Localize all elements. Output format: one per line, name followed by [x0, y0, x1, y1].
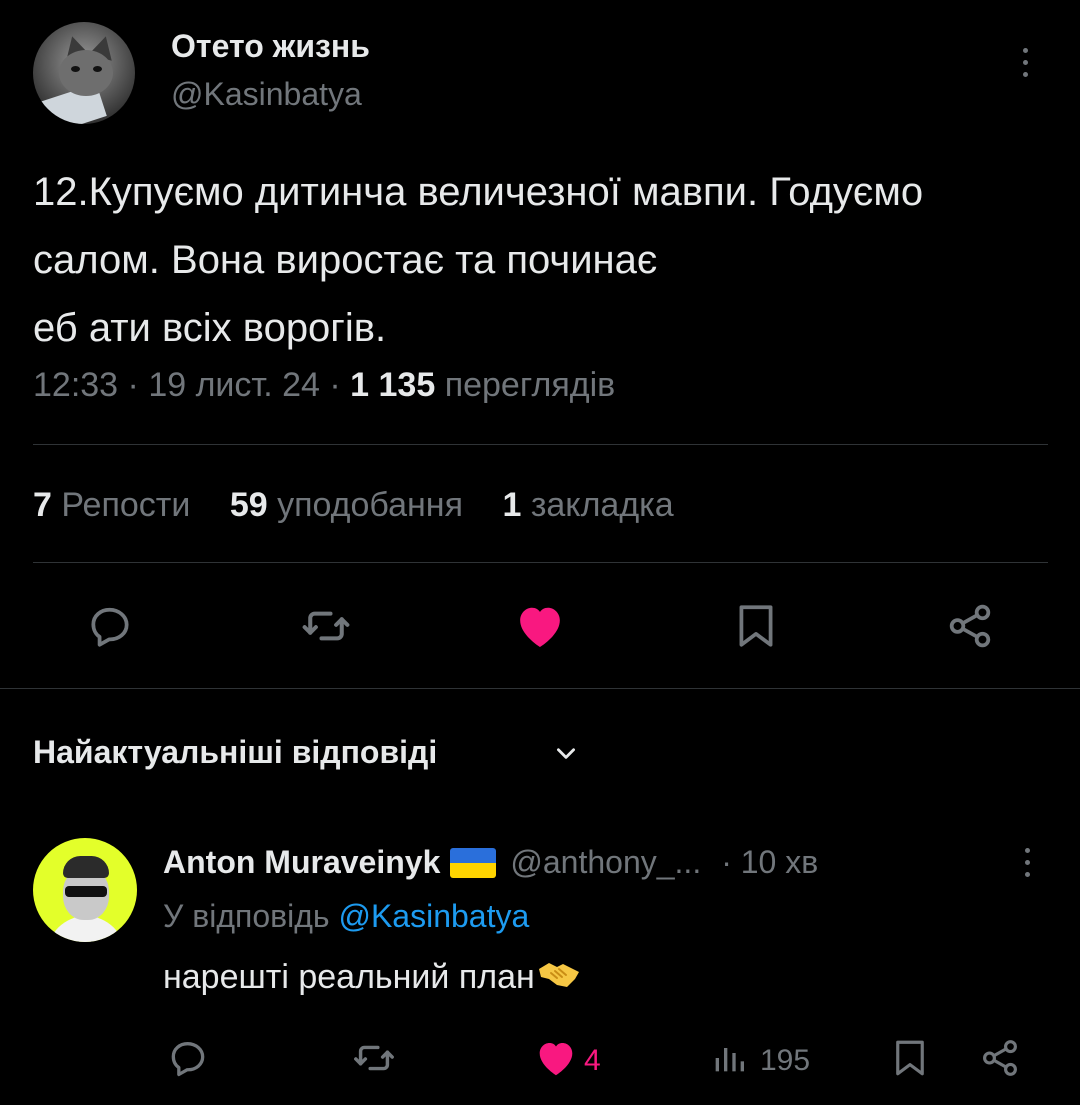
divider — [33, 562, 1048, 563]
meta-separator: · — [319, 366, 351, 404]
reply-time[interactable]: · 10 хв — [721, 844, 818, 881]
reply-text: нарешті реальний план — [163, 958, 581, 1000]
share-icon — [949, 604, 991, 648]
more-options-icon[interactable] — [1020, 848, 1034, 884]
reply-views-count: 195 — [760, 1044, 811, 1077]
reply-author-handle[interactable]: @anthony_... — [510, 844, 701, 881]
repost-icon — [302, 611, 350, 641]
reply-like-button[interactable] — [530, 1032, 582, 1084]
share-icon — [983, 1040, 1017, 1076]
bookmark-button[interactable] — [726, 596, 786, 656]
tweet-time[interactable]: 12:33 — [33, 366, 118, 404]
author-handle[interactable]: @Kasinbatya — [171, 76, 362, 113]
views-icon — [715, 1048, 744, 1072]
reply-views-button[interactable] — [704, 1032, 754, 1084]
reply-to-prefix: У відповідь — [163, 898, 339, 934]
bookmark-icon — [739, 605, 773, 647]
reply-header: Anton Muraveinyk @anthony_... · 10 хв — [163, 844, 818, 881]
reposts-stat[interactable]: 7 Репости — [33, 486, 190, 524]
like-button[interactable] — [510, 596, 570, 656]
reply-reply-button[interactable] — [160, 1030, 216, 1086]
share-button[interactable] — [940, 596, 1000, 656]
reply-repost-button[interactable] — [346, 1030, 402, 1086]
heart-icon — [520, 607, 560, 647]
reply-author-name[interactable]: Anton Muraveinyk — [163, 844, 440, 881]
tweet-meta: 12:33 · 19 лист. 24 · 1 135 переглядів — [33, 366, 615, 405]
engagement-stats: 7 Репости 59 уподобання 1 закладка — [33, 486, 704, 525]
repost-button[interactable] — [296, 596, 356, 656]
views-count: 1 135 — [350, 366, 436, 404]
reply-icon — [171, 1042, 205, 1077]
meta-separator: · — [118, 366, 149, 404]
repost-icon — [354, 1045, 394, 1071]
bookmark-icon — [896, 1040, 924, 1076]
ukraine-flag-icon — [450, 847, 497, 878]
author-avatar[interactable] — [33, 22, 135, 124]
likes-stat[interactable]: 59 уподобання — [230, 486, 463, 524]
handshake-emoji — [537, 959, 581, 1000]
reply-like-count: 4 — [584, 1044, 601, 1077]
reply-share-button[interactable] — [972, 1030, 1028, 1086]
divider — [0, 688, 1080, 689]
more-options-icon[interactable] — [1018, 48, 1032, 84]
reply-bookmark-button[interactable] — [882, 1030, 938, 1086]
reply-to-line: У відповідь @Kasinbatya — [163, 898, 529, 935]
chevron-down-icon[interactable] — [553, 742, 579, 764]
author-display-name[interactable]: Отето жизнь — [171, 28, 370, 65]
reply-button[interactable] — [80, 596, 140, 656]
tweet-text: 12.Купуємо дитинча величезної мавпи. Год… — [33, 170, 924, 350]
bookmarks-stat[interactable]: 1 закладка — [502, 486, 673, 524]
reply-icon — [91, 607, 129, 647]
heart-icon — [539, 1043, 573, 1076]
reply-author-avatar[interactable] — [33, 838, 137, 942]
reply-to-mention[interactable]: @Kasinbatya — [338, 898, 529, 934]
views-label: переглядів — [444, 366, 616, 404]
reply-text-content: нарешті реальний план — [163, 958, 535, 996]
replies-sort-title[interactable]: Найактуальніші відповіді — [33, 734, 437, 771]
divider — [33, 444, 1048, 445]
tweet-date[interactable]: 19 лист. 24 — [148, 366, 320, 404]
